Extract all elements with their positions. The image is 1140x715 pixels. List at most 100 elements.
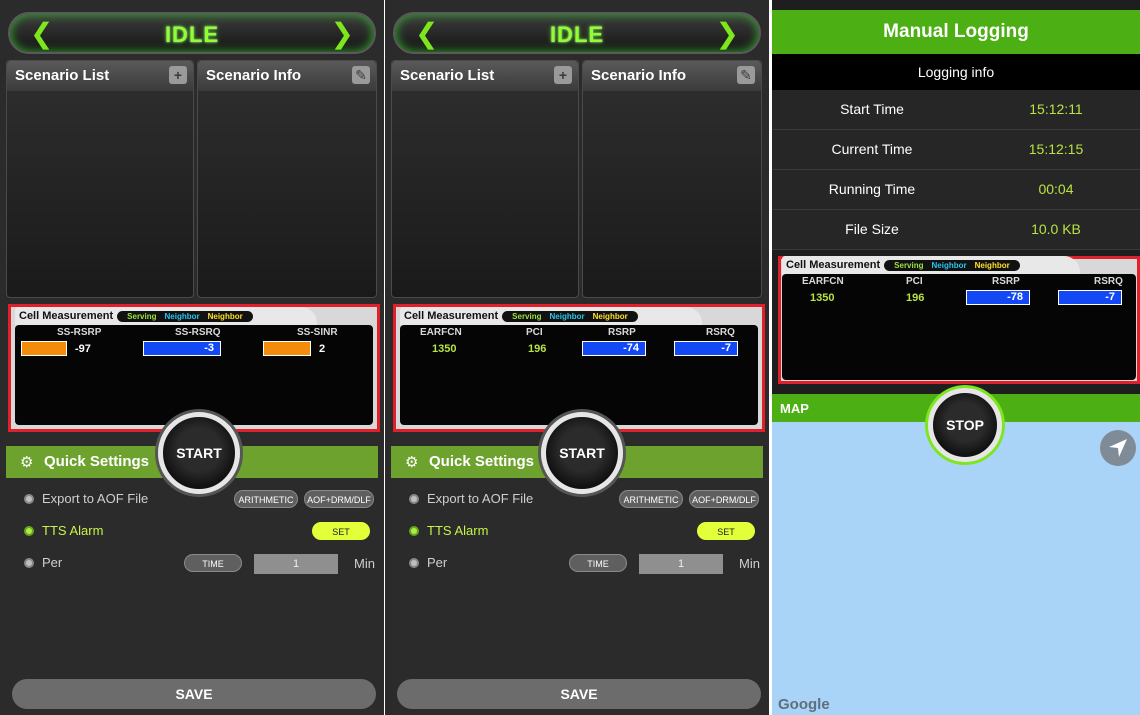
radio-icon[interactable] xyxy=(409,494,419,504)
ss-sinr-bar xyxy=(263,341,311,356)
export-aof-row[interactable]: Export to AOF File ARITHMETIC AOF+DRM/DL… xyxy=(409,490,761,510)
per-value-input[interactable]: 1 xyxy=(254,554,338,574)
map-view[interactable] xyxy=(772,422,1140,715)
tab-neighbor-2[interactable]: Neighbor xyxy=(975,261,1010,270)
col-rsrp: RSRP xyxy=(608,327,636,338)
radio-icon[interactable] xyxy=(409,558,419,568)
start-button[interactable]: START xyxy=(158,412,240,494)
rsrp-bar: -78 xyxy=(966,290,1030,305)
rsrq-bar: -7 xyxy=(674,341,738,356)
start-button[interactable]: START xyxy=(541,412,623,494)
quick-settings-title: Quick Settings xyxy=(429,453,535,470)
rsrp-value: -74 xyxy=(623,342,639,354)
quick-settings-title: Quick Settings xyxy=(44,453,150,470)
cell-measurement-title: Cell Measurement xyxy=(19,310,114,322)
status-text: IDLE xyxy=(164,22,220,47)
radio-icon[interactable] xyxy=(24,558,34,568)
rsrp-value: -78 xyxy=(1007,291,1023,303)
tab-neighbor-1[interactable]: Neighbor xyxy=(165,312,200,321)
per-row[interactable]: Per TIME 1 Min xyxy=(24,554,376,574)
ss-sinr-value: 2 xyxy=(319,343,326,355)
ss-rsrp-bar xyxy=(21,341,67,356)
location-arrow-icon[interactable] xyxy=(1100,430,1136,466)
export-aof-row[interactable]: Export to AOF File ARITHMETIC AOF+DRM/DL… xyxy=(24,490,376,510)
screen-idle-lte: ❮ IDLE ❯ Scenario List + Scenario Info ✎… xyxy=(385,0,769,715)
rsrp-bar: -74 xyxy=(582,341,646,356)
scenario-list-panel: Scenario List + xyxy=(391,60,579,298)
export-aof-label: Export to AOF File xyxy=(427,491,534,506)
map-label: MAP xyxy=(780,401,809,416)
stop-button[interactable]: STOP xyxy=(928,388,1002,462)
radio-icon[interactable] xyxy=(24,494,34,504)
gear-icon: ⚙ xyxy=(20,454,34,471)
chevron-right-icon[interactable]: ❯ xyxy=(716,17,739,50)
ss-rsrq-bar: -3 xyxy=(143,341,221,356)
col-rsrp: RSRP xyxy=(992,276,1020,287)
screen-manual-logging: Manual Logging Logging info Start Time 1… xyxy=(772,0,1140,715)
scenario-info-title: Scenario Info xyxy=(591,67,687,84)
tts-alarm-row[interactable]: TTS Alarm SET xyxy=(24,522,376,542)
per-label: Per xyxy=(427,555,448,570)
per-unit: Min xyxy=(354,556,375,571)
add-scenario-button[interactable]: + xyxy=(169,66,187,84)
scenario-list-panel: Scenario List + xyxy=(6,60,194,298)
per-value-input[interactable]: 1 xyxy=(639,554,723,574)
radio-icon[interactable] xyxy=(24,526,34,536)
logging-row: Running Time 00:04 xyxy=(772,170,1140,210)
ss-rsrp-value: -97 xyxy=(75,343,91,355)
tab-neighbor-2[interactable]: Neighbor xyxy=(208,312,243,321)
gear-icon: ⚙ xyxy=(405,454,419,471)
tab-neighbor-1[interactable]: Neighbor xyxy=(550,312,585,321)
col-earfcn: EARFCN xyxy=(802,276,844,287)
col-rsrq: RSRQ xyxy=(1094,276,1123,287)
per-label: Per xyxy=(42,555,63,570)
col-rsrq: RSRQ xyxy=(706,327,735,338)
radio-icon[interactable] xyxy=(409,526,419,536)
logging-row-label: Current Time xyxy=(831,141,913,157)
page-title: Manual Logging xyxy=(772,10,1140,54)
time-button[interactable]: TIME xyxy=(569,554,627,572)
arithmetic-button[interactable]: ARITHMETIC xyxy=(619,490,683,508)
col-ss-rsrq: SS-RSRQ xyxy=(175,327,221,338)
tab-serving[interactable]: Serving xyxy=(127,312,156,321)
tab-serving[interactable]: Serving xyxy=(894,261,923,270)
time-button[interactable]: TIME xyxy=(184,554,242,572)
tts-alarm-row[interactable]: TTS Alarm SET xyxy=(409,522,761,542)
tab-neighbor-2[interactable]: Neighbor xyxy=(593,312,628,321)
scenario-list-title: Scenario List xyxy=(15,67,110,84)
arithmetic-button[interactable]: ARITHMETIC xyxy=(234,490,298,508)
aof-drm-dlf-button[interactable]: AOF+DRM/DLF xyxy=(689,490,759,508)
set-button[interactable]: SET xyxy=(697,522,755,540)
per-unit: Min xyxy=(739,556,760,571)
logging-row-value: 15:12:11 xyxy=(1029,101,1083,117)
status-bar: ❮ IDLE ❯ xyxy=(8,12,376,54)
logging-row-label: Running Time xyxy=(828,181,916,197)
chevron-right-icon[interactable]: ❯ xyxy=(331,17,354,50)
cell-measurement-title: Cell Measurement xyxy=(404,310,499,322)
rsrq-value: -7 xyxy=(721,342,731,354)
logging-row-label: Start Time xyxy=(840,101,904,117)
set-button[interactable]: SET xyxy=(312,522,370,540)
scenario-info-title: Scenario Info xyxy=(206,67,302,84)
logging-row: Current Time 15:12:15 xyxy=(772,130,1140,170)
logging-row-value: 15:12:15 xyxy=(1028,141,1084,157)
status-bar: ❮ IDLE ❯ xyxy=(393,12,761,54)
edit-icon[interactable]: ✎ xyxy=(737,66,755,84)
google-logo: Google xyxy=(778,696,830,713)
scenario-info-panel: Scenario Info ✎ xyxy=(582,60,762,298)
col-ss-sinr: SS-SINR xyxy=(297,327,338,338)
screen-idle-nr: ❮ IDLE ❯ Scenario List + Scenario Info ✎… xyxy=(0,0,384,715)
rsrq-bar: -7 xyxy=(1058,290,1122,305)
logging-row-value: 00:04 xyxy=(1038,181,1074,197)
ss-rsrq-value: -3 xyxy=(204,342,214,354)
aof-drm-dlf-button[interactable]: AOF+DRM/DLF xyxy=(304,490,374,508)
save-button[interactable]: SAVE xyxy=(12,679,376,709)
add-scenario-button[interactable]: + xyxy=(554,66,572,84)
rsrq-value: -7 xyxy=(1105,291,1115,303)
tab-serving[interactable]: Serving xyxy=(512,312,541,321)
logging-info-header: Logging info xyxy=(772,54,1140,90)
edit-icon[interactable]: ✎ xyxy=(352,66,370,84)
tab-neighbor-1[interactable]: Neighbor xyxy=(932,261,967,270)
save-button[interactable]: SAVE xyxy=(397,679,761,709)
per-row[interactable]: Per TIME 1 Min xyxy=(409,554,761,574)
